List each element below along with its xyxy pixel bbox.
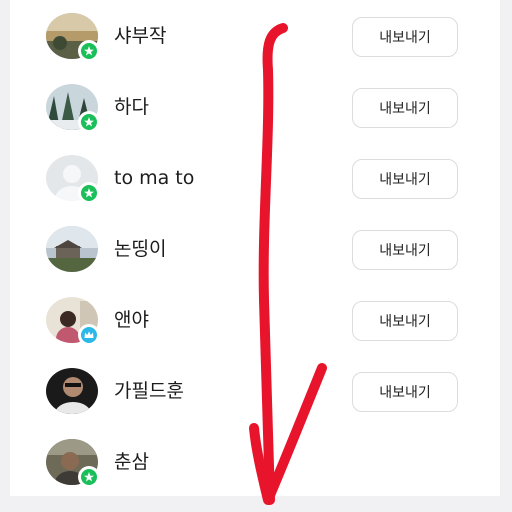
member-name: to ma to — [114, 167, 195, 189]
star-badge-icon — [78, 466, 100, 488]
member-row[interactable]: 앤야 내보내기 — [10, 284, 500, 356]
member-name: 앤야 — [114, 309, 149, 331]
star-badge-icon — [78, 111, 100, 133]
avatar[interactable] — [46, 226, 98, 272]
member-name: 샤부작 — [114, 25, 167, 47]
avatar[interactable] — [46, 368, 98, 414]
member-row[interactable]: 샤부작 내보내기 — [10, 0, 500, 72]
member-name: 하다 — [114, 96, 149, 118]
member-row[interactable]: 춘삼 — [10, 426, 500, 498]
export-button[interactable]: 내보내기 — [352, 88, 458, 128]
member-row[interactable]: 하다 내보내기 — [10, 71, 500, 143]
export-button[interactable]: 내보내기 — [352, 372, 458, 412]
member-name: 가필드훈 — [114, 380, 184, 402]
member-row[interactable]: to ma to 내보내기 — [10, 142, 500, 214]
star-badge-icon — [78, 40, 100, 62]
export-button[interactable]: 내보내기 — [352, 159, 458, 199]
export-button[interactable]: 내보내기 — [352, 230, 458, 270]
member-list-panel: 샤부작 내보내기 하다 내보내기 to ma to 내보내기 논띵이 내보내기 … — [10, 0, 500, 496]
member-row[interactable]: 가필드훈 내보내기 — [10, 355, 500, 427]
star-badge-icon — [78, 182, 100, 204]
export-button[interactable]: 내보내기 — [352, 17, 458, 57]
member-name: 논띵이 — [114, 238, 167, 260]
crown-badge-icon — [78, 324, 100, 346]
member-name: 춘삼 — [114, 451, 149, 473]
export-button[interactable]: 내보내기 — [352, 301, 458, 341]
member-row[interactable]: 논띵이 내보내기 — [10, 213, 500, 285]
